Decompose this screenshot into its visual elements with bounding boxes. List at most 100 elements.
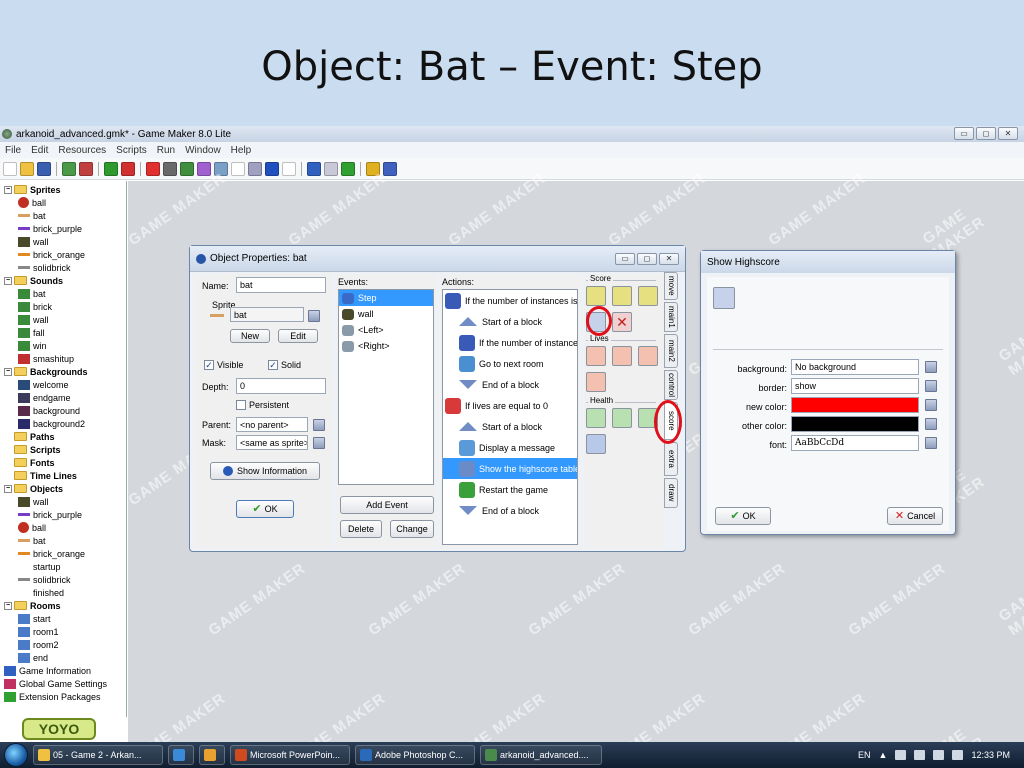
border-picker-icon[interactable]	[925, 380, 937, 392]
tree-folder[interactable]: − Backgrounds	[4, 365, 126, 378]
add-room-icon[interactable]	[282, 161, 296, 176]
tree-folder[interactable]: − Objects	[4, 482, 126, 495]
action-row[interactable]: Display a message	[443, 437, 577, 458]
mask-picker-icon[interactable]	[313, 437, 325, 449]
add-font-icon[interactable]	[231, 161, 245, 176]
tree-item[interactable]: finished	[4, 586, 126, 599]
tray-expand-icon[interactable]: ▲	[879, 750, 888, 760]
debug-icon[interactable]	[121, 161, 135, 176]
tree-folder[interactable]: Fonts	[4, 456, 126, 469]
tab-draw[interactable]: draw	[664, 478, 678, 508]
mask-select[interactable]: <same as sprite>	[236, 435, 308, 450]
tree-folder[interactable]: Time Lines	[4, 469, 126, 482]
show-information-button[interactable]: Show Information	[210, 462, 320, 480]
tab-move[interactable]: move	[664, 272, 678, 300]
events-list[interactable]: Step wall <Left> <Right>	[338, 289, 434, 485]
tree-item[interactable]: wall	[4, 313, 126, 326]
tree-folder[interactable]: Scripts	[4, 443, 126, 456]
add-event-button[interactable]: Add Event	[340, 496, 434, 514]
collapse-icon[interactable]: −	[4, 185, 12, 194]
tree-item[interactable]: wall	[4, 495, 126, 508]
new-sprite-button[interactable]: New	[230, 329, 270, 343]
highscore-cancel-button[interactable]: ✕ Cancel	[887, 507, 943, 525]
resource-tree[interactable]: − Sprites ball bat brick_purple wall brick_ora…	[0, 181, 127, 717]
action-row[interactable]: Start of a block	[443, 416, 577, 437]
menu-help[interactable]: Help	[226, 145, 257, 156]
tab-control[interactable]: control	[664, 370, 678, 400]
create-exe-icon[interactable]	[62, 161, 76, 176]
add-path-icon[interactable]	[197, 161, 211, 176]
close-button[interactable]: ✕	[998, 127, 1018, 140]
action-row[interactable]: Start of a block	[443, 311, 577, 332]
delete-event-button[interactable]: Delete	[340, 520, 382, 538]
ok-button[interactable]: ✔ OK	[236, 500, 294, 518]
tree-item[interactable]: solidbrick	[4, 573, 126, 586]
tree-folder[interactable]: Paths	[4, 430, 126, 443]
obj-maximize-button[interactable]: ◻	[637, 253, 657, 265]
highscore-ok-button[interactable]: ✔ OK	[715, 507, 771, 525]
global-settings-icon[interactable]	[324, 161, 338, 176]
background-select[interactable]: No background	[791, 359, 919, 375]
tree-item[interactable]: room1	[4, 625, 126, 638]
new-color-picker-icon[interactable]	[925, 399, 937, 411]
open-icon[interactable]	[20, 161, 34, 176]
minimize-button[interactable]: ▭	[954, 127, 974, 140]
new-icon[interactable]	[3, 161, 17, 176]
tree-item[interactable]: wall	[4, 235, 126, 248]
action-row[interactable]: End of a block	[443, 500, 577, 521]
tree-item[interactable]: Extension Packages	[4, 690, 126, 703]
taskbar-item[interactable]	[168, 745, 194, 765]
tree-item[interactable]: ball	[4, 196, 126, 209]
tree-item[interactable]: Game Information	[4, 664, 126, 677]
set-score-icon[interactable]	[586, 286, 606, 306]
collapse-icon[interactable]: −	[4, 276, 12, 285]
sprite-select[interactable]: bat	[230, 307, 304, 322]
taskbar-item[interactable]: Microsoft PowerPoin...	[230, 745, 350, 765]
menu-edit[interactable]: Edit	[26, 145, 53, 156]
test-lives-icon[interactable]	[612, 346, 632, 366]
obj-close-button[interactable]: ✕	[659, 253, 679, 265]
tree-item[interactable]: brick_purple	[4, 508, 126, 521]
tree-folder[interactable]: − Sounds	[4, 274, 126, 287]
tree-item[interactable]: solidbrick	[4, 261, 126, 274]
tree-folder[interactable]: − Rooms	[4, 599, 126, 612]
collapse-icon[interactable]: −	[4, 601, 12, 610]
actions-list[interactable]: If the number of instances is Start of a …	[442, 289, 578, 545]
publish-icon[interactable]	[79, 161, 93, 176]
tab-main2[interactable]: main2	[664, 334, 678, 368]
tree-item[interactable]: smashitup	[4, 352, 126, 365]
other-color-swatch[interactable]	[791, 416, 919, 432]
draw-lives-icon[interactable]	[638, 346, 658, 366]
visible-checkbox[interactable]: ✓ Visible	[204, 360, 243, 370]
tree-item[interactable]: end	[4, 651, 126, 664]
add-timeline-icon[interactable]	[248, 161, 262, 176]
network-icon[interactable]	[933, 750, 945, 760]
taskbar-item[interactable]: Adobe Photoshop C...	[355, 745, 475, 765]
tree-item[interactable]: ball	[4, 521, 126, 534]
tree-folder[interactable]: − Sprites	[4, 183, 126, 196]
tree-item[interactable]: background2	[4, 417, 126, 430]
tree-item[interactable]: background	[4, 404, 126, 417]
tree-item[interactable]: welcome	[4, 378, 126, 391]
taskbar-item[interactable]: arkanoid_advanced....	[480, 745, 602, 765]
game-info-icon[interactable]	[307, 161, 321, 176]
sprite-picker-icon[interactable]	[308, 310, 320, 322]
taskbar-item[interactable]: 05 - Game 2 - Arkan...	[33, 745, 163, 765]
add-background-icon[interactable]	[180, 161, 194, 176]
menu-window[interactable]: Window	[180, 145, 226, 156]
clear-highscore-icon[interactable]: ✕	[612, 312, 632, 332]
maximize-button[interactable]: ◻	[976, 127, 996, 140]
menu-run[interactable]: Run	[152, 145, 180, 156]
collapse-icon[interactable]: −	[4, 484, 12, 493]
clock[interactable]: 12:33 PM	[971, 750, 1010, 760]
change-event-button[interactable]: Change	[390, 520, 434, 538]
tree-item[interactable]: startup	[4, 560, 126, 573]
tray-app-icon[interactable]	[895, 750, 907, 760]
event-row[interactable]: wall	[339, 306, 433, 322]
tree-item[interactable]: start	[4, 612, 126, 625]
edit-sprite-button[interactable]: Edit	[278, 329, 318, 343]
new-color-swatch[interactable]	[791, 397, 919, 413]
score-caption-icon[interactable]	[586, 434, 606, 454]
extension-icon[interactable]	[341, 161, 355, 176]
action-row[interactable]: Show the highscore table	[443, 458, 577, 479]
